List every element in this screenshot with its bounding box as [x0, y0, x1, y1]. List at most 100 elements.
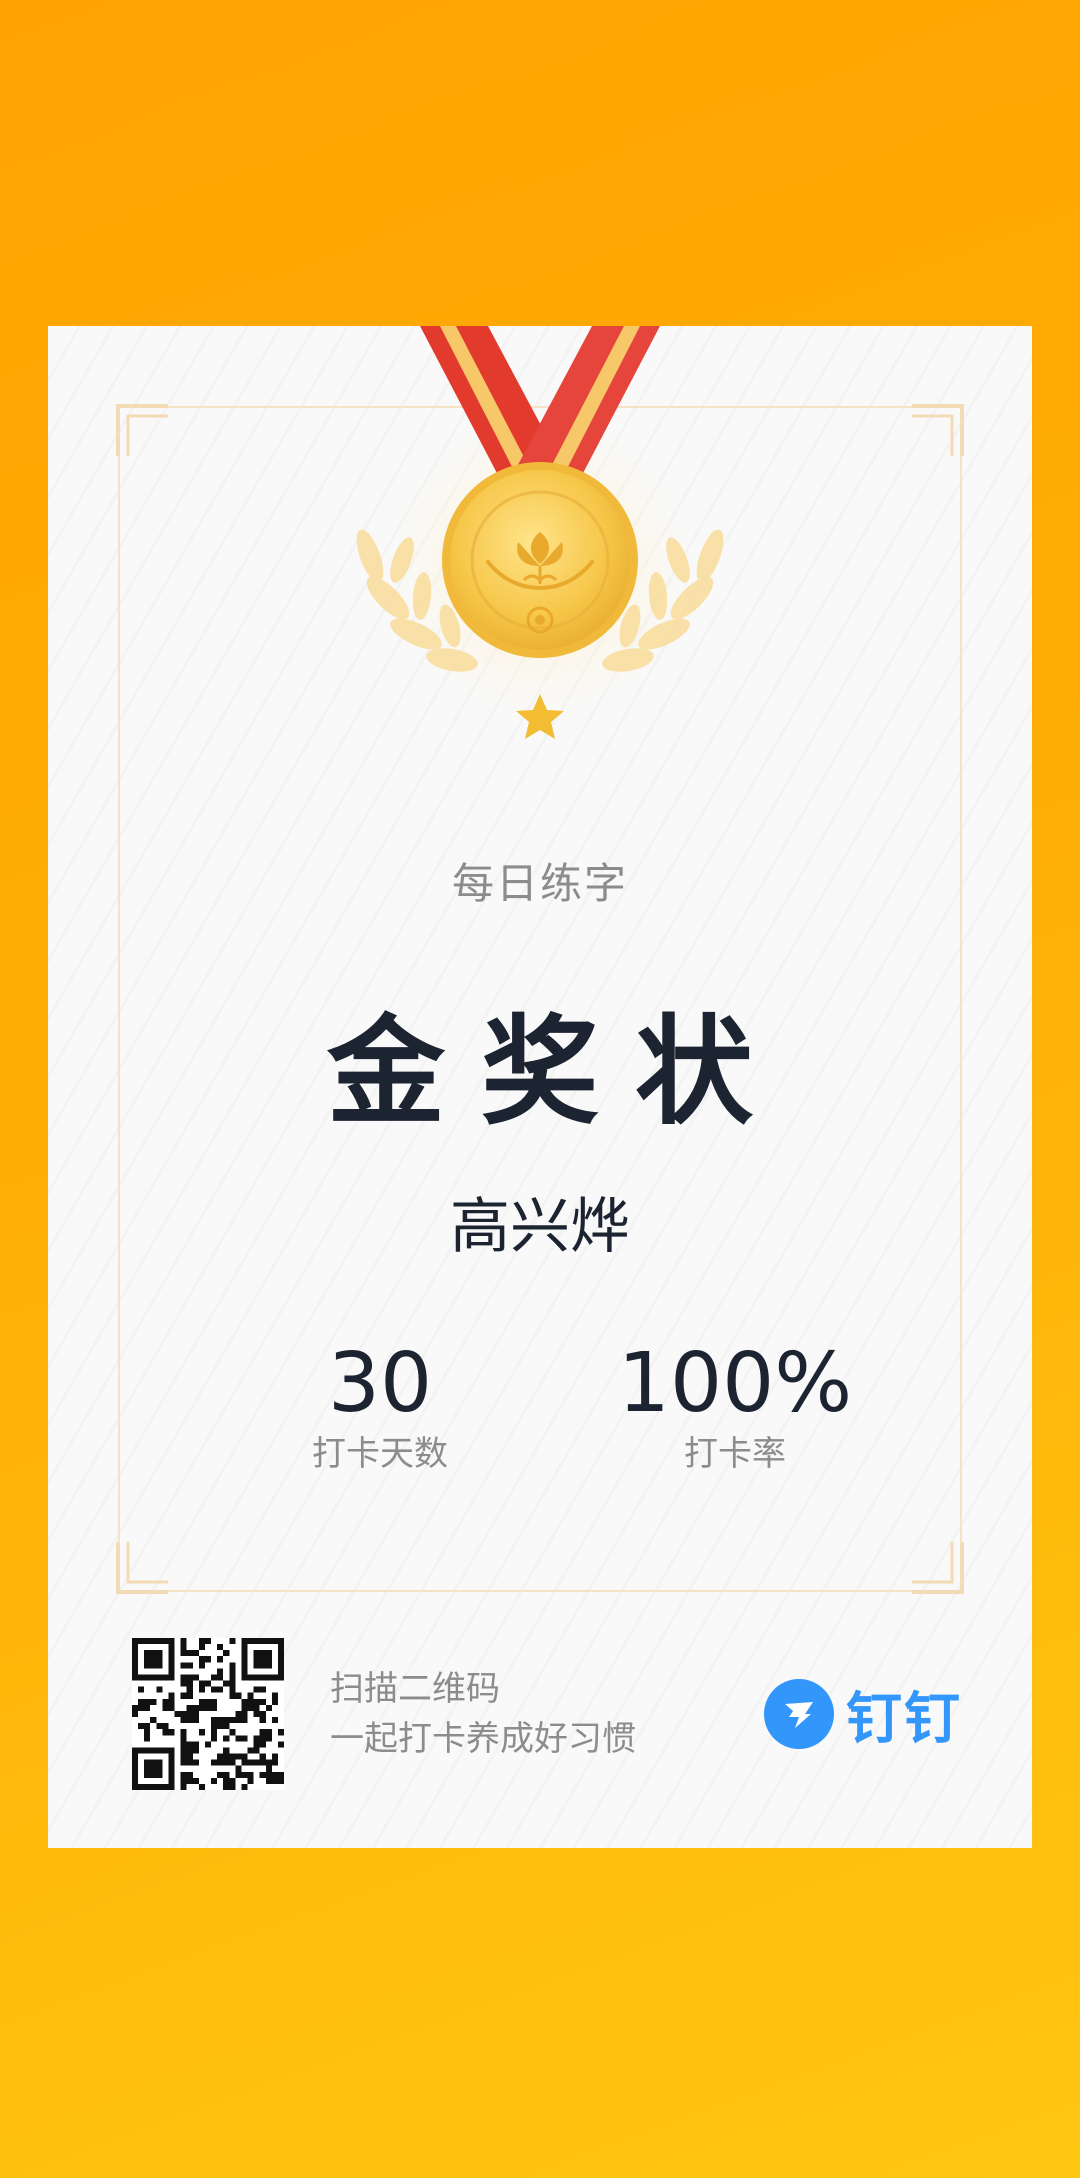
qr-module	[229, 1680, 236, 1687]
qr-module	[229, 1729, 236, 1736]
qr-module	[180, 1747, 187, 1754]
qr-module	[132, 1674, 139, 1681]
qr-module	[247, 1771, 254, 1778]
qr-module	[229, 1668, 236, 1675]
qr-module	[144, 1650, 151, 1657]
qr-module	[198, 1686, 205, 1693]
qr-module	[156, 1771, 163, 1778]
qr-module	[223, 1650, 230, 1657]
qr-module	[241, 1735, 248, 1742]
qr-module	[168, 1644, 175, 1651]
qr-module	[168, 1704, 175, 1711]
qr-module	[150, 1638, 157, 1645]
qr-module	[192, 1704, 199, 1711]
stat-checkin-days: 30 打卡天数	[270, 1336, 490, 1476]
qr-module	[223, 1717, 230, 1724]
qr-module	[186, 1662, 193, 1669]
qr-module	[277, 1771, 284, 1778]
medal-illustration	[328, 326, 752, 746]
qr-module	[150, 1765, 157, 1772]
qr-module	[229, 1638, 236, 1645]
qr-module	[277, 1656, 284, 1663]
qr-module	[192, 1717, 199, 1724]
qr-module	[132, 1747, 139, 1754]
qr-module	[265, 1729, 272, 1736]
qr-module	[138, 1638, 145, 1645]
qr-module	[162, 1674, 169, 1681]
qr-module	[271, 1771, 278, 1778]
qr-module	[132, 1662, 139, 1669]
qr-module	[277, 1668, 284, 1675]
qr-module	[180, 1741, 187, 1748]
qr-module	[144, 1723, 151, 1730]
qr-module	[271, 1692, 278, 1699]
qr-module	[241, 1704, 248, 1711]
qr-module	[168, 1692, 175, 1699]
qr-module	[162, 1783, 169, 1790]
qr-module	[144, 1735, 151, 1742]
qr-module	[168, 1747, 175, 1754]
qr-module	[229, 1686, 236, 1693]
qr-module	[156, 1686, 163, 1693]
qr-module	[162, 1638, 169, 1645]
certificate-title: 金奖状	[326, 1002, 789, 1141]
qr-module	[217, 1759, 224, 1766]
qr-module	[186, 1747, 193, 1754]
qr-module	[144, 1771, 151, 1778]
qr-module	[186, 1680, 193, 1687]
qr-module	[192, 1710, 199, 1718]
qr-module	[241, 1638, 248, 1645]
qr-module	[132, 1777, 139, 1784]
qr-module	[217, 1686, 224, 1693]
qr-module	[204, 1698, 212, 1705]
qr-module	[277, 1741, 284, 1748]
qr-module	[132, 1759, 139, 1766]
frame-corner-ornament	[114, 1540, 170, 1596]
qr-module	[235, 1710, 242, 1718]
qr-module	[253, 1638, 260, 1645]
qr-module	[253, 1662, 260, 1669]
qr-module	[265, 1662, 272, 1669]
qr-module	[247, 1759, 254, 1766]
qr-module	[132, 1704, 139, 1711]
qr-module	[186, 1674, 193, 1681]
stat-value: 100%	[617, 1336, 853, 1431]
qr-module	[186, 1717, 193, 1724]
qr-module	[132, 1710, 139, 1718]
qr-module	[241, 1662, 248, 1669]
brand-lockup: 钉钉	[764, 1676, 962, 1752]
qr-module	[235, 1692, 242, 1699]
qr-module	[277, 1638, 284, 1645]
qr-module	[277, 1674, 284, 1681]
qr-module	[168, 1638, 175, 1645]
qr-module	[223, 1783, 230, 1790]
qr-module	[259, 1759, 266, 1766]
qr-module	[168, 1753, 175, 1760]
qr-module	[132, 1638, 139, 1645]
qr-module	[247, 1777, 254, 1784]
qr-module	[168, 1771, 175, 1778]
recipient-name: 高兴烨	[450, 1192, 630, 1262]
qr-module	[138, 1704, 145, 1711]
qr-module	[150, 1783, 157, 1790]
qr-module	[186, 1771, 193, 1778]
frame-corner-ornament	[910, 1540, 966, 1596]
qr-module	[162, 1723, 169, 1730]
qr-module	[186, 1650, 193, 1657]
qr-module	[259, 1662, 266, 1669]
qr-module	[271, 1759, 278, 1766]
qr-module	[156, 1783, 163, 1790]
qr-module	[223, 1735, 230, 1742]
qr-module	[259, 1735, 266, 1742]
qr-module	[144, 1729, 151, 1736]
qr-module	[180, 1759, 187, 1766]
qr-code[interactable]	[132, 1638, 284, 1790]
qr-module	[241, 1674, 248, 1681]
qr-module	[156, 1747, 163, 1754]
qr-module	[217, 1674, 224, 1681]
qr-module	[192, 1759, 199, 1766]
qr-module	[211, 1735, 218, 1742]
qr-module	[198, 1638, 205, 1645]
qr-module	[180, 1638, 187, 1645]
stat-checkin-rate: 100% 打卡率	[570, 1336, 900, 1476]
